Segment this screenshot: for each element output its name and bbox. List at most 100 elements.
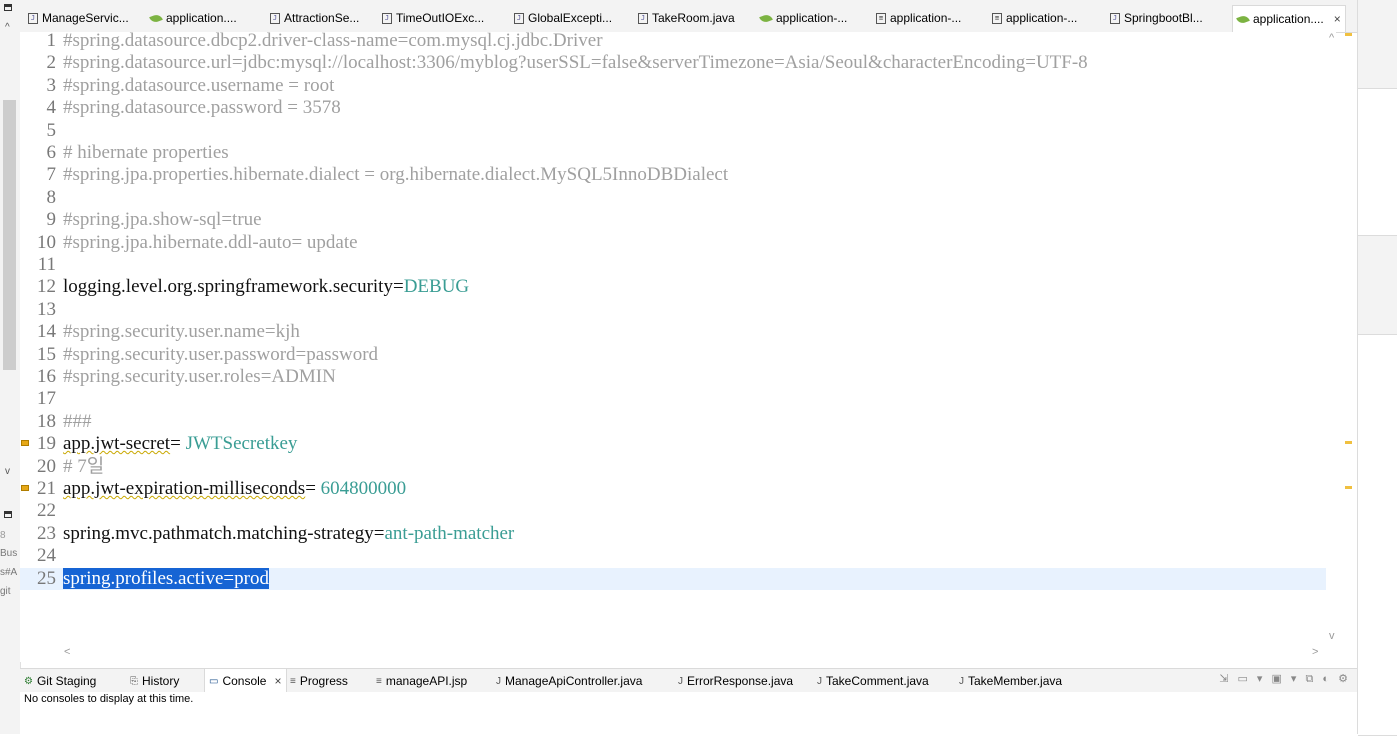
editor-tab[interactable]: J GlobalExcepti...: [514, 8, 612, 28]
code-line[interactable]: 21 app.jwt-expiration-milliseconds= 60480…: [20, 478, 1326, 500]
code-line[interactable]: 25 spring.profiles.active=prod: [20, 567, 1326, 590]
history-icon: ⎘: [130, 675, 138, 687]
line-number: 12: [37, 276, 56, 298]
editor-tab-label: ManageServic...: [42, 11, 129, 25]
overview-marker[interactable]: [1345, 33, 1352, 36]
bottom-tab[interactable]: ≡ manageAPI.jsp: [376, 674, 467, 688]
close-tab-icon[interactable]: ×: [274, 674, 281, 688]
bottom-tab[interactable]: ⎘ History: [130, 674, 179, 688]
code-line[interactable]: 16 #spring.security.user.roles=ADMIN: [20, 366, 1326, 388]
code-line[interactable]: 12 logging.level.org.springframework.secu…: [20, 276, 1326, 298]
line-number: 13: [37, 298, 56, 320]
code-line[interactable]: 17: [20, 388, 1326, 410]
left-fragment: s#A: [0, 567, 18, 578]
line-number: 16: [37, 366, 56, 387]
scroll-up-icon[interactable]: ^: [5, 22, 10, 33]
git-staging-icon: ⚙: [24, 675, 33, 687]
property-key: logging.level.org.springframework.securi…: [63, 276, 393, 298]
property-separator: =: [305, 478, 321, 499]
code-line[interactable]: 1 #spring.datasource.dbcp2.driver-class-n…: [20, 30, 1326, 52]
bottom-tab[interactable]: J TakeMember.java: [959, 674, 1062, 688]
comment-text: #spring.security.user.password=password: [63, 343, 379, 365]
editor-tab[interactable]: ≡ application-...: [992, 8, 1077, 28]
java-file-icon: J: [1110, 12, 1120, 24]
java-file-icon: J: [382, 12, 392, 24]
editor-tab[interactable]: ≡ application-...: [876, 8, 961, 28]
selection-highlight[interactable]: spring.profiles.active=prod: [63, 567, 269, 589]
scroll-up-icon[interactable]: ^: [1329, 32, 1334, 44]
side-view-panel: [1358, 334, 1397, 736]
line-number: 1: [46, 30, 57, 51]
bottom-tab[interactable]: J TakeComment.java: [817, 674, 929, 688]
comment-text: #spring.datasource.password = 3578: [63, 97, 341, 119]
code-line[interactable]: 14 #spring.security.user.name=kjh: [20, 321, 1326, 343]
bottom-tab[interactable]: J ErrorResponse.java: [678, 674, 793, 688]
bottom-tab[interactable]: ⚙ Git Staging: [24, 674, 96, 688]
code-line[interactable]: 6 # hibernate properties: [20, 142, 1326, 164]
warning-overview-marker[interactable]: [1345, 486, 1352, 489]
code-line[interactable]: 20 # 7일: [20, 456, 1326, 478]
warning-overview-marker[interactable]: [1345, 441, 1352, 444]
scroll-down-icon[interactable]: v: [1329, 630, 1335, 642]
editor-tab[interactable]: J ManageServic...: [28, 8, 129, 28]
code-line[interactable]: 3 #spring.datasource.username = root: [20, 75, 1326, 97]
code-line[interactable]: 11: [20, 254, 1326, 276]
code-line[interactable]: 2 #spring.datasource.url=jdbc:mysql://loc…: [20, 52, 1326, 74]
scroll-left-icon[interactable]: <: [64, 646, 70, 658]
bottom-tab-label: Progress: [299, 674, 348, 688]
editor-tab[interactable]: J TimeOutIOExc...: [382, 8, 484, 28]
bottom-tab[interactable]: J ManageApiController.java: [496, 674, 642, 688]
editor-tab[interactable]: J TakeRoom.java: [638, 8, 735, 28]
code-line[interactable]: 10 #spring.jpa.hibernate.ddl-auto= update: [20, 232, 1326, 254]
minimize-icon[interactable]: [4, 511, 12, 518]
property-separator: =: [373, 522, 385, 544]
line-number: 2: [46, 52, 57, 74]
property-value: 604800000: [320, 478, 407, 499]
comment-text: #spring.security.user.name=kjh: [63, 321, 300, 343]
editor-tab-bar: J ManageServic... application.... J Attracti…: [20, 0, 1357, 33]
code-line[interactable]: 9 #spring.jpa.show-sql=true: [20, 209, 1326, 231]
right-side-panel: [1357, 0, 1397, 736]
console-view: No consoles to display at this time.: [20, 692, 1357, 734]
code-line[interactable]: 5: [20, 120, 1326, 142]
horizontal-scrollbar[interactable]: < >: [20, 646, 1336, 664]
code-line[interactable]: 13: [20, 299, 1326, 321]
close-tab-icon[interactable]: ×: [1334, 12, 1341, 26]
scroll-right-icon[interactable]: >: [1312, 646, 1318, 658]
code-line[interactable]: 24: [20, 545, 1326, 567]
code-line[interactable]: 4 #spring.datasource.password = 3578: [20, 97, 1326, 119]
scroll-down-icon[interactable]: v: [5, 466, 10, 477]
comment-text: #spring.jpa.properties.hibernate.dialect…: [63, 164, 729, 186]
code-line[interactable]: 18 ###: [20, 411, 1326, 433]
comment-text: #spring.security.user.roles=ADMIN: [63, 366, 336, 387]
vertical-scrollbar[interactable]: ^ v: [1326, 32, 1344, 646]
code-line[interactable]: 15 #spring.security.user.password=passwor…: [20, 344, 1326, 366]
code-line[interactable]: 7 #spring.jpa.properties.hibernate.dialec…: [20, 164, 1326, 186]
editor-tab[interactable]: application-...: [759, 8, 848, 28]
java-file-icon: J: [514, 12, 524, 24]
code-editor[interactable]: 1 #spring.datasource.dbcp2.driver-class-n…: [20, 30, 1336, 662]
code-line[interactable]: 8: [20, 187, 1326, 209]
editor-tab-label: application....: [166, 11, 237, 25]
code-line[interactable]: 23 spring.mvc.pathmatch.matching-strategy…: [20, 523, 1326, 545]
progress-icon: ≡: [290, 675, 296, 687]
line-number: 21: [37, 478, 56, 499]
editor-tab-label: application-...: [776, 11, 848, 25]
editor-tab[interactable]: application....: [149, 8, 237, 28]
line-number: 20: [37, 455, 56, 477]
editor-tab[interactable]: J SpringbootBl...: [1110, 8, 1203, 28]
minimize-icon[interactable]: [4, 4, 12, 11]
comment-text: #spring.jpa.show-sql=true: [63, 209, 262, 231]
editor-tab[interactable]: J AttractionSe...: [270, 8, 359, 28]
bottom-tab[interactable]: ▭ Console ×: [204, 669, 287, 693]
editor-tab[interactable]: application.... ×: [1232, 5, 1346, 32]
editor-tab-label: TakeRoom.java: [652, 11, 735, 25]
bottom-tab[interactable]: ≡ Progress: [290, 674, 348, 688]
left-scrollbar-thumb[interactable]: [3, 100, 16, 370]
editor-tab-label: application-...: [1006, 11, 1078, 25]
console-toolbar-icons[interactable]: ⇲ ▭ ▾ ▣ ▾ ⧉ ◐ ⚙: [1219, 672, 1351, 686]
code-line[interactable]: 19 app.jwt-secret= JWTSecretkey: [20, 433, 1326, 455]
bottom-tab-label: manageAPI.jsp: [385, 674, 468, 688]
code-line[interactable]: 22: [20, 500, 1326, 522]
property-entry: app.jwt-secret= JWTSecretkey: [63, 433, 297, 455]
